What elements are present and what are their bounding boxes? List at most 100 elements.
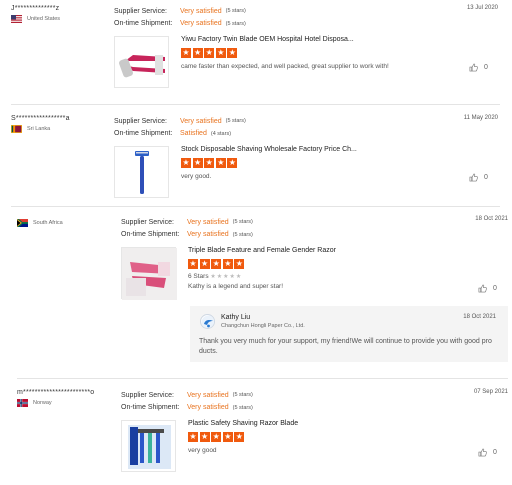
star-icon: ★ [234,432,245,442]
reply-date: 18 Oct 2021 [463,314,496,320]
product-title[interactable]: Yiwu Factory Twin Blade OEM Hospital Hot… [181,36,389,43]
shipment-value: Very satisfied [187,231,229,239]
buyer-country: United States [11,15,106,23]
us-flag-icon [11,15,22,23]
star-icon: ★ [227,48,238,58]
buyer-country: South Africa [17,219,112,227]
like-button[interactable]: 0 [469,63,488,72]
supplier-service-label: Supplier Service: [121,218,174,226]
reply-text: Thank you very much for your support, my… [199,338,492,355]
supplier-avatar [200,314,215,329]
product-image[interactable] [114,146,169,198]
supplier-service-label: Supplier Service: [121,391,174,399]
review-date: 07 Sep 2021 [473,389,508,395]
star-rating: ★ ★ ★ ★ ★ [188,259,336,269]
product-title[interactable]: Stock Disposable Shaving Wholesale Facto… [181,146,357,153]
supplier-service-stars: (5 stars) [232,392,253,399]
reply-author-name: Kathy Liu [221,314,251,321]
shipment-value: Very satisfied [187,404,229,412]
star-icon: ★ [211,259,222,269]
star-icon: ★ [234,259,245,269]
star-rating: ★ ★ ★ ★ ★ [181,48,389,58]
sri-lanka-flag-icon [11,125,22,133]
star-icon: ★ [211,432,222,442]
thumbs-up-icon [469,63,478,72]
norway-flag-icon [17,399,28,407]
star-icon: ★ [215,48,226,58]
country-name: Sri Lanka [27,126,51,132]
like-count: 0 [493,285,497,292]
product-image[interactable] [121,247,177,300]
shipment-stars: (5 stars) [232,231,253,238]
like-button[interactable]: 0 [478,284,497,293]
buyer-name: J**************z [11,5,60,12]
shipment-label: On-time Shipment: [114,130,173,138]
product-image[interactable] [121,420,176,472]
supplier-service-value: Very satisfied [187,391,229,399]
like-button[interactable]: 0 [478,448,497,457]
like-count: 0 [493,449,497,456]
rating-summary: Supplier Service: Very satisfied (5 stars)… [121,389,253,414]
review-comment: very good [188,447,217,454]
shipment-stars: (4 stars) [210,130,232,137]
divider [17,378,508,379]
star-icon: ★ [181,158,191,168]
supplier-service-value: Very satisfied [180,7,222,15]
product-title[interactable]: Plastic Safety Shaving Razor Blade [188,420,298,427]
review-comment: very good. [181,173,212,180]
product-block: Yiwu Factory Twin Blade OEM Hospital Hot… [114,36,389,88]
star-icon: ★ [199,432,210,442]
product-block: Stock Disposable Shaving Wholesale Facto… [114,146,357,198]
product-title[interactable]: Triple Blade Feature and Female Gender R… [188,247,336,254]
buyer-name: S*****************a [11,115,70,122]
country-name: Norway [33,400,52,406]
buyer-country: Norway [17,399,112,407]
shipment-label: On-time Shipment: [114,20,173,28]
supplier-service-label: Supplier Service: [114,117,167,125]
star-icon: ★ [215,158,226,168]
product-image[interactable] [114,36,169,88]
review-date: 13 Jul 2020 [466,5,498,11]
supplier-service-stars: (5 stars) [225,8,246,15]
buyer-country: Sri Lanka [11,125,106,133]
like-count: 0 [484,64,488,71]
star-icon: ★ [222,259,233,269]
supplier-service-value: Very satisfied [187,218,229,226]
buyer-name: m***********************o [17,389,95,396]
buyer-info: S*****************a Sri Lanka [11,115,106,133]
thumbs-up-icon [478,284,487,293]
shipment-label: On-time Shipment: [121,231,180,239]
star-icon: ★ [181,48,191,58]
product-block: Plastic Safety Shaving Razor Blade ★ ★ ★ ★ ★… [121,420,298,472]
like-count: 0 [484,174,488,181]
star-icon: ★ [222,432,233,442]
review-date: 11 May 2020 [463,115,498,121]
star-icon: ★ [204,158,215,168]
sub-rating: 6 Stars ★★★★★ [188,273,336,280]
star-icon: ★ [192,48,203,58]
supplier-service-label: Supplier Service: [114,7,167,15]
reply-company: Changchun Hongli Paper Co., Ltd. [221,323,305,329]
shipment-value: Satisfied [180,130,207,138]
like-button[interactable]: 0 [469,173,488,182]
supplier-service-stars: (5 stars) [232,219,253,226]
star-icon: ★ [188,259,198,269]
divider [11,104,500,105]
south-africa-flag-icon [17,219,28,227]
review-date: 18 Oct 2021 [475,216,508,222]
shipment-label: On-time Shipment: [121,404,180,412]
thumbs-up-icon [478,448,487,457]
shipment-value: Very satisfied [180,20,222,28]
country-name: South Africa [33,220,63,226]
buyer-info: J**************z United States [11,5,106,23]
star-icon: ★ [227,158,238,168]
rating-summary: Supplier Service: Very satisfied (5 stars)… [114,5,246,30]
review-comment: came faster than expected, and well pack… [181,63,389,70]
small-stars-icon: ★★★★★ [210,274,243,280]
thumbs-up-icon [469,173,478,182]
shipment-stars: (5 stars) [225,20,246,27]
star-icon: ★ [204,48,215,58]
star-rating: ★ ★ ★ ★ ★ [188,432,298,442]
star-rating: ★ ★ ★ ★ ★ [181,158,357,168]
star-icon: ★ [192,158,203,168]
